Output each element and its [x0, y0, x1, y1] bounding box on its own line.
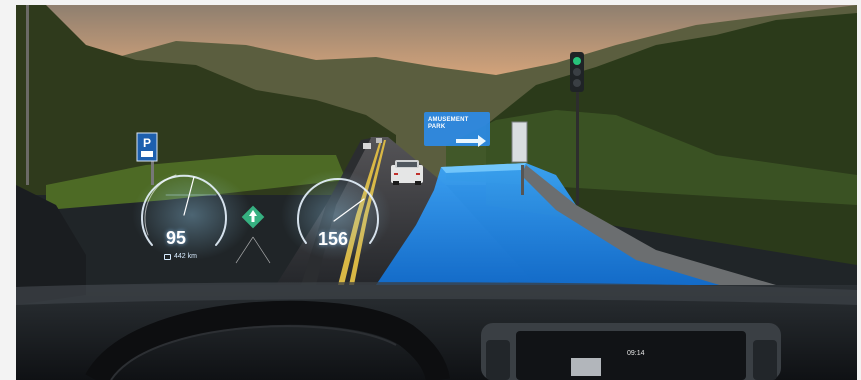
left-gauge-value: 95	[166, 228, 187, 248]
range-text: 442 km	[174, 253, 197, 260]
range-readout: 442 km	[164, 253, 197, 260]
right-gauge-value: 156	[318, 229, 349, 249]
svg-text:P: P	[143, 136, 151, 150]
light-pole	[26, 5, 29, 185]
fuel-icon	[164, 253, 171, 260]
dashboard-clock: 09:14	[627, 350, 645, 357]
photo-frame: P 95 156 442 km AMUSEMENT PARK 09:14	[16, 5, 857, 380]
distant-car-2	[376, 138, 382, 143]
pickup-truck	[391, 160, 423, 185]
billboard-line1: AMUSEMENT	[428, 117, 469, 123]
windshield-hud-scene: P	[16, 5, 857, 380]
billboard-line2: PARK	[428, 124, 446, 130]
distant-car	[363, 143, 371, 149]
billboard-text: AMUSEMENT PARK	[428, 117, 490, 131]
